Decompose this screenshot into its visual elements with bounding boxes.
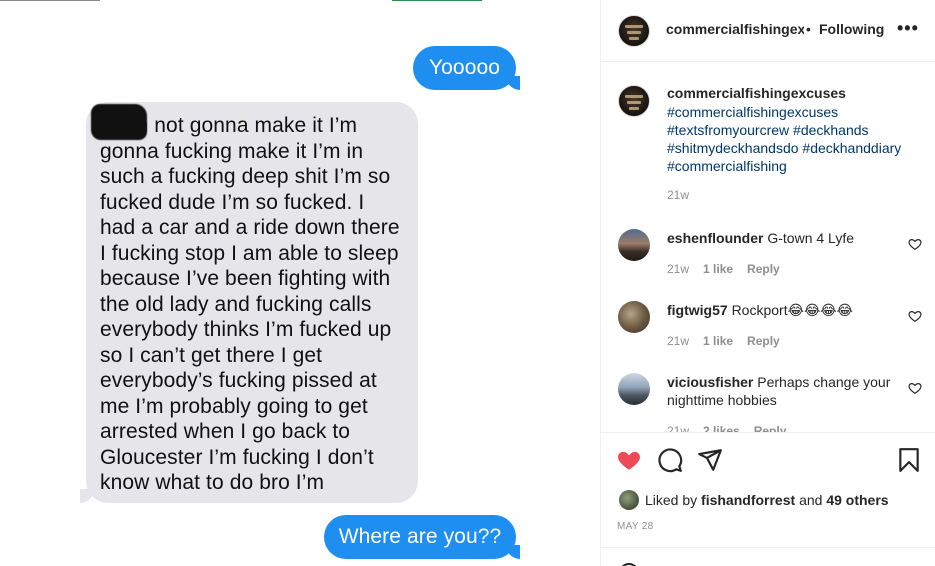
comment-meta: 21w 1 like Reply — [667, 262, 780, 276]
comment-like-count[interactable]: 2 likes — [703, 424, 740, 432]
sent-message-1-tail — [506, 76, 520, 90]
comment-time: 21w — [667, 334, 690, 348]
liked-by-label: Liked by — [645, 492, 698, 508]
comment-text: G-town 4 Lyfe — [767, 230, 854, 246]
commenter-username[interactable]: eshenflounder — [667, 230, 763, 246]
comment-body: viciousfisher Perhaps change your nightt… — [667, 373, 899, 409]
post-image[interactable]: Yooooo E I’m not gonna make it I’m gonna… — [0, 0, 600, 566]
sent-message-2-tail — [506, 545, 520, 559]
comment-heart-icon[interactable] — [908, 237, 922, 251]
post-header: commercialfishingexcuses • Following ••• — [601, 0, 935, 62]
liked-by-username[interactable]: fishandforrest — [701, 492, 795, 508]
received-message-tail — [80, 489, 94, 503]
commenter-username[interactable]: figtwig57 — [667, 302, 728, 318]
liked-others-link[interactable]: 49 others — [826, 492, 888, 508]
comment-like-count[interactable]: 1 like — [703, 262, 733, 276]
post-actions: Liked by fishandforrest and 49 others MA… — [601, 432, 935, 566]
comment-body: eshenflounder G-town 4 Lyfe — [667, 229, 899, 247]
comment-like-count[interactable]: 1 like — [703, 334, 733, 348]
reply-button[interactable]: Reply — [747, 262, 780, 276]
comments-section[interactable]: commercialfishingexcuses #commercialfish… — [601, 62, 935, 432]
commenter-avatar[interactable] — [618, 373, 650, 405]
sent-message-1: Yooooo — [413, 46, 516, 90]
comment-meta: 21w 2 likes Reply — [667, 424, 786, 432]
commenter-username[interactable]: viciousfisher — [667, 374, 753, 390]
author-avatar[interactable] — [618, 15, 650, 47]
save-bookmark-icon[interactable] — [896, 447, 922, 473]
separator-dot: • — [806, 21, 811, 37]
liked-and-label: and — [799, 492, 823, 508]
caption-hashtags[interactable]: #commercialfishingexcuses #textsfromyour… — [667, 103, 927, 175]
comment-heart-icon[interactable] — [908, 309, 922, 323]
likes-summary: Liked by fishandforrest and 49 others — [645, 492, 889, 508]
comment-meta: 21w 1 like Reply — [667, 334, 780, 348]
image-top-edge — [0, 0, 600, 2]
divider — [601, 547, 935, 548]
caption-timestamp: 21w — [667, 188, 690, 202]
reply-button[interactable]: Reply — [754, 424, 787, 432]
author-username[interactable]: commercialfishingexcuses — [666, 21, 804, 37]
comment-time: 21w — [667, 424, 690, 432]
comment-heart-icon[interactable] — [908, 381, 922, 395]
liker-avatar[interactable] — [619, 490, 639, 510]
received-message: E I’m not gonna make it I’m gonna fuckin… — [86, 102, 418, 503]
share-paper-plane-icon[interactable] — [697, 447, 723, 473]
redacted-name-scribble — [91, 104, 147, 140]
like-heart-icon[interactable] — [616, 447, 642, 473]
post-date[interactable]: MAY 28 — [617, 521, 653, 532]
commenter-avatar[interactable] — [618, 229, 650, 261]
comment-bubble-icon[interactable] — [657, 447, 683, 473]
following-button[interactable]: Following — [819, 21, 884, 37]
post-side-panel: commercialfishingexcuses • Following •••… — [600, 0, 935, 566]
caption-avatar[interactable] — [618, 85, 650, 117]
more-options-icon[interactable]: ••• — [897, 18, 919, 39]
comment-time: 21w — [667, 262, 690, 276]
caption-username[interactable]: commercialfishingexcuses — [667, 85, 846, 101]
sent-message-2: Where are you?? — [324, 515, 516, 559]
reply-button[interactable]: Reply — [747, 334, 780, 348]
comment-body: figtwig57 Rockport😂😂😂😂 — [667, 301, 899, 319]
commenter-avatar[interactable] — [618, 301, 650, 333]
comment-text: Rockport😂😂😂😂 — [731, 302, 854, 318]
